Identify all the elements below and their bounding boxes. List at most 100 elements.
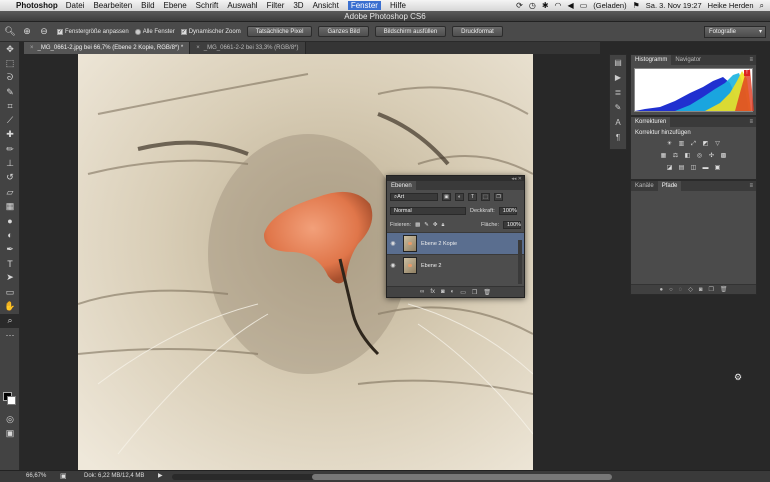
black-white-icon[interactable]: ◧ <box>683 152 692 161</box>
pen-tool-icon[interactable]: ✒ <box>0 242 20 256</box>
character-icon[interactable]: A <box>610 115 626 130</box>
layers-scrollbar[interactable] <box>518 240 522 284</box>
tab-ebenen[interactable]: Ebenen <box>387 181 416 190</box>
menu-ansicht[interactable]: Ansicht <box>313 1 339 10</box>
actual-pixels-button[interactable]: Tatsächliche Pixel <box>246 26 313 37</box>
add-mask-icon[interactable]: ◙ <box>699 287 703 293</box>
tab-pfade[interactable]: Pfade <box>657 181 682 191</box>
status-icon[interactable]: ▣ <box>60 472 67 480</box>
layer-row[interactable]: ◉ Ebene 2 <box>387 254 524 276</box>
close-icon[interactable]: × <box>30 45 34 51</box>
trash-icon[interactable]: 🗑︎ <box>483 289 491 296</box>
filter-image-icon[interactable]: ▣ <box>442 193 451 201</box>
levels-icon[interactable]: ▥ <box>677 140 686 149</box>
fill-screen-button[interactable]: Bildschirm ausfüllen <box>374 26 447 37</box>
clock[interactable]: Sa. 3. Nov 19:27 <box>646 1 702 10</box>
stamp-tool-icon[interactable]: ⊥ <box>0 156 20 170</box>
trash-icon[interactable]: 🗑︎ <box>720 286 728 293</box>
vibrance-icon[interactable]: ▽ <box>713 140 722 149</box>
hand-tool-icon[interactable]: ✋ <box>0 299 20 313</box>
eyedropper-tool-icon[interactable]: ⟋ <box>0 113 20 127</box>
scrollbar-thumb[interactable] <box>312 474 612 480</box>
zoom-in-icon[interactable]: ⊕ <box>20 25 34 39</box>
flag-icon[interactable]: ⚑ <box>633 1 640 10</box>
layer-filter-select[interactable]: ⌕ Art <box>390 193 438 201</box>
blur-tool-icon[interactable]: ● <box>0 214 20 228</box>
all-windows-checkbox[interactable]: Alle Fenster <box>134 28 175 35</box>
menu-filter[interactable]: Filter <box>267 1 285 10</box>
quick-mask-icon[interactable]: ◎ <box>0 412 20 426</box>
scrubby-zoom-checkbox[interactable]: ✓ Dynamischer Zoom <box>180 28 241 35</box>
folder-icon[interactable]: ▭ <box>460 289 466 296</box>
menu-auswahl[interactable]: Auswahl <box>227 1 257 10</box>
hue-saturation-icon[interactable]: ▦ <box>659 152 668 161</box>
color-balance-icon[interactable]: ⚖ <box>671 152 680 161</box>
link-icon[interactable]: ∞ <box>420 289 424 295</box>
tab-document-2[interactable]: × _MG_0661-2-2 bei 33,3% (RGB/8*) <box>190 42 306 54</box>
tab-histogram[interactable]: Histogramm <box>631 55 672 65</box>
actions-icon[interactable]: ▶ <box>610 70 626 85</box>
gradient-tool-icon[interactable]: ▦ <box>0 199 20 213</box>
filter-type-icon[interactable]: T <box>468 193 477 201</box>
fill-path-icon[interactable]: ● <box>659 287 663 293</box>
tab-korrekturen[interactable]: Korrekturen <box>631 117 671 127</box>
marquee-tool-icon[interactable]: ⬚ <box>0 56 20 70</box>
gradient-map-icon[interactable]: ▬ <box>701 164 710 173</box>
resize-windows-checkbox[interactable]: ✓ Fenstergröße anpassen <box>57 28 129 35</box>
crop-tool-icon[interactable]: ⌗ <box>0 99 20 113</box>
time-machine-icon[interactable]: ◷ <box>529 1 536 10</box>
background-color-swatch[interactable] <box>7 396 16 405</box>
menu-bild[interactable]: Bild <box>141 1 154 10</box>
tab-document-1[interactable]: × _MG_0661-2.jpg bei 66,7% (Ebene 2 Kopi… <box>24 42 191 54</box>
history-icon[interactable]: ▤ <box>610 55 626 70</box>
menu-ebene[interactable]: Ebene <box>164 1 187 10</box>
print-size-button[interactable]: Druckformat <box>452 26 503 37</box>
brush-tool-icon[interactable]: ✏ <box>0 142 20 156</box>
brush-presets-icon[interactable]: ✎ <box>610 100 626 115</box>
lock-transparent-icon[interactable]: ▩ <box>415 222 420 228</box>
menu-bearbeiten[interactable]: Bearbeiten <box>93 1 132 10</box>
menu-3d[interactable]: 3D <box>293 1 303 10</box>
document-size-info[interactable]: Dok: 6,22 MB/12,4 MB <box>84 473 144 479</box>
color-lookup-icon[interactable]: ▩ <box>719 152 728 161</box>
zoom-tool-icon[interactable]: ⌕ <box>0 313 20 328</box>
blend-mode-select[interactable]: Normal <box>390 207 466 215</box>
bluetooth-icon[interactable]: ✱ <box>542 1 549 10</box>
menu-app-photoshop[interactable]: Photoshop <box>16 1 58 10</box>
channel-mixer-icon[interactable]: ✣ <box>707 152 716 161</box>
brightness-icon[interactable]: ☀ <box>665 140 674 149</box>
lock-pixels-icon[interactable]: ✎ <box>424 222 429 228</box>
paragraph-icon[interactable]: ¶ <box>610 130 626 145</box>
layer-row[interactable]: ◉ Ebene 2 Kopie <box>387 232 524 254</box>
quick-select-tool-icon[interactable]: ✎ <box>0 85 20 99</box>
spotlight-icon[interactable]: ⌕ <box>760 1 764 11</box>
fill-field[interactable]: 100% <box>503 221 521 229</box>
close-icon[interactable]: × <box>196 45 200 51</box>
more-tools-icon[interactable]: ⋯ <box>0 328 20 342</box>
layer-name[interactable]: Ebene 2 <box>421 263 442 269</box>
posterize-icon[interactable]: ▤ <box>677 164 686 173</box>
tab-kanaele[interactable]: Kanäle <box>631 181 658 191</box>
eraser-tool-icon[interactable]: ▱ <box>0 185 20 199</box>
type-tool-icon[interactable]: T <box>0 256 20 270</box>
exposure-icon[interactable]: ◩ <box>701 140 710 149</box>
history-brush-tool-icon[interactable]: ↺ <box>0 171 20 185</box>
healing-tool-icon[interactable]: ✚ <box>0 128 20 142</box>
panel-menu-icon[interactable]: ≡ <box>749 181 756 191</box>
dodge-tool-icon[interactable]: ◐ <box>0 228 20 242</box>
lock-all-icon[interactable]: 🔒︎ <box>442 222 445 229</box>
battery-icon[interactable]: ▭ <box>580 1 588 10</box>
lock-position-icon[interactable]: ✥ <box>433 222 438 228</box>
stroke-path-icon[interactable]: ○ <box>669 287 673 293</box>
user-name[interactable]: Heike Herden <box>708 1 754 10</box>
screen-mode-icon[interactable]: ▣ <box>0 426 20 440</box>
selective-color-icon[interactable]: ▣ <box>713 164 722 173</box>
zoom-tool-icon[interactable]: 🔍︎ <box>3 25 17 39</box>
filter-adjust-icon[interactable]: ◐ <box>455 193 464 201</box>
workspace-select[interactable]: Fotografie ▾ <box>704 26 766 38</box>
wifi-icon[interactable]: ◠ <box>555 1 562 10</box>
eye-icon[interactable]: ◉ <box>387 240 399 247</box>
new-layer-icon[interactable]: ❐ <box>472 289 477 296</box>
properties-icon[interactable]: ≣ <box>610 85 626 100</box>
new-path-icon[interactable]: ❐ <box>709 286 714 293</box>
